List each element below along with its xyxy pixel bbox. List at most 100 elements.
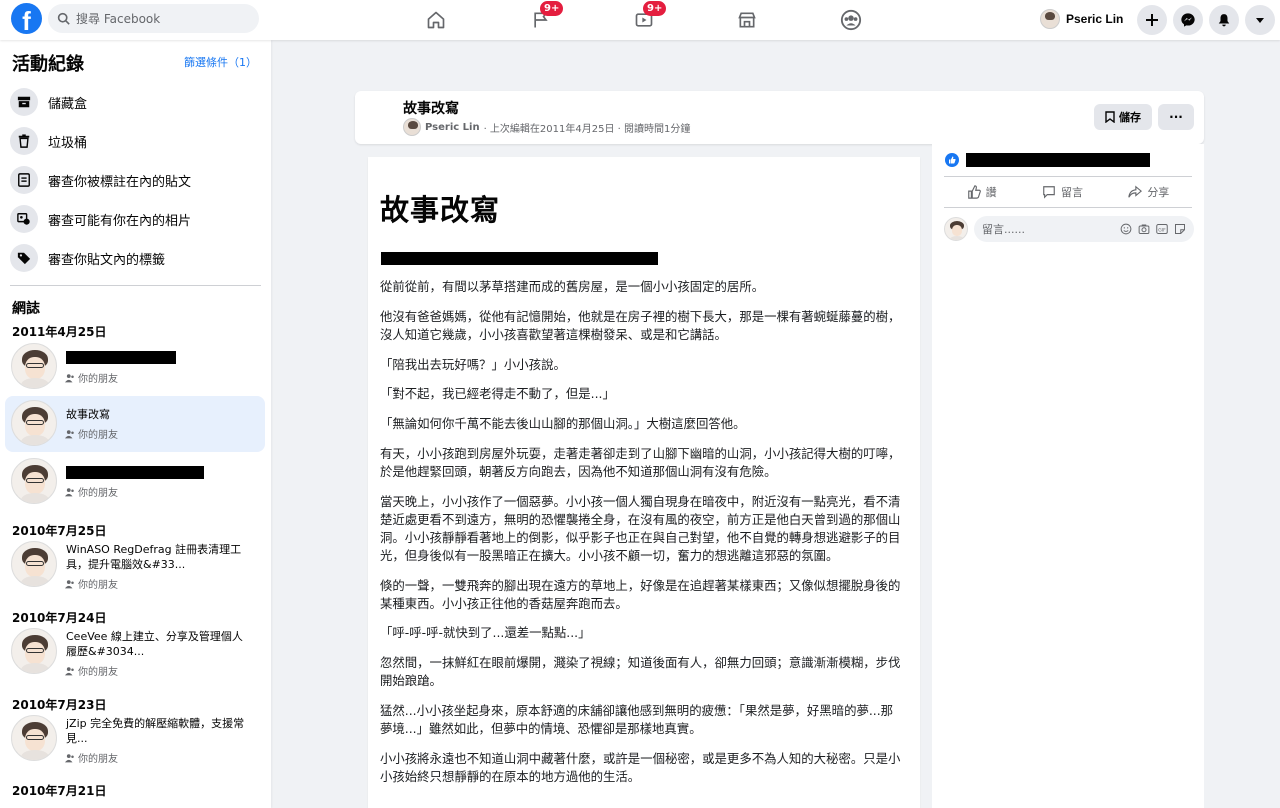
top-navigation-bar: f 搜尋 Facebook 9+ 9+ Pseric Lin [0, 0, 1280, 40]
filter-link[interactable]: 篩選條件（1） [184, 54, 257, 70]
notifications-button[interactable] [1209, 5, 1239, 35]
sidebar-item-label: 垃圾桶 [48, 135, 88, 151]
avatar [403, 118, 421, 136]
entry-audience: 你的朋友 [65, 484, 118, 499]
svg-text:GIF: GIF [1158, 227, 1166, 233]
article-paragraph: 他沒有爸爸媽媽，從他有記憶開始，他就是在房子裡的樹下長大，那是一棵有著蜿蜒藤蔓的… [380, 308, 901, 342]
tag-post-icon [10, 166, 38, 194]
plus-icon [1146, 14, 1158, 26]
friends-icon [65, 579, 74, 588]
thumbs-up-icon [967, 185, 981, 199]
like-reaction-icon [945, 153, 959, 167]
entry-title-redacted [66, 351, 176, 364]
sidebar-item-archive[interactable]: 儲藏盒 [10, 86, 87, 118]
list-item[interactable]: CeeVee 線上建立、分享及管理個人履歷&#3034... 你的朋友 [5, 624, 265, 680]
search-icon [57, 12, 70, 25]
list-item[interactable]: WinASO RegDefrag 註冊表清理工具，提升電腦效&#33... 你的… [5, 537, 265, 593]
sidebar-divider [10, 285, 261, 286]
article-paragraph: 忽然間，一抹鮮紅在眼前爆開，濺染了視線；知道後面有人，卻無力回頭；意識漸漸模糊，… [380, 655, 901, 689]
notes-section-title: 網誌 [12, 301, 40, 317]
save-button[interactable]: 儲存 [1094, 104, 1152, 130]
home-icon[interactable] [424, 8, 448, 32]
sidebar-item-label: 審查你貼文內的標籤 [48, 252, 166, 268]
list-item[interactable]: 你的朋友 [5, 454, 265, 510]
sidebar-item-review-tagged-posts[interactable]: 審查你被標註在內的貼文 [10, 164, 191, 196]
search-input[interactable]: 搜尋 Facebook [48, 4, 259, 33]
pages-notification-badge: 9+ [540, 1, 564, 16]
article-paragraph: 有天，小小孩跑到房屋外玩耍，走著走著卻走到了山腳下幽暗的山洞，小小孩記得大樹的叮… [380, 445, 901, 479]
list-item-active[interactable]: 故事改寫 你的朋友 [5, 396, 265, 452]
author-link[interactable]: Pseric Lin [425, 122, 480, 133]
bookmark-icon [1105, 111, 1115, 123]
avatar [11, 715, 57, 761]
sidebar-item-label: 儲藏盒 [48, 96, 88, 112]
note-header-card: 故事改寫 Pseric Lin · 上次編輯在2011年4月25日 · 閱讀時間… [355, 91, 1204, 144]
groups-icon[interactable] [839, 8, 863, 32]
sticker-icon[interactable] [1174, 223, 1186, 235]
article-paragraph: 「陪我出去玩好嗎？」小小孩說。 [380, 356, 566, 372]
note-article: 故事改寫 從前從前，有間以茅草搭建而成的舊房屋，是一個小小孩固定的居所。 他沒有… [368, 157, 920, 808]
article-paragraph: 從前從前，有間以茅草搭建而成的舊房屋，是一個小小孩固定的居所。 [380, 279, 765, 294]
entry-audience: 你的朋友 [65, 576, 118, 591]
sidebar-item-review-labels[interactable]: 審查你貼文內的標籤 [10, 242, 165, 274]
divider [944, 176, 1192, 177]
entry-audience: 你的朋友 [65, 663, 118, 678]
avatar [11, 400, 57, 446]
gif-icon[interactable]: GIF [1156, 223, 1168, 235]
messenger-icon [1181, 13, 1195, 27]
divider [944, 207, 1192, 208]
archive-icon [10, 88, 38, 116]
more-options-button[interactable]: ··· [1158, 104, 1194, 130]
reactions-panel: 讚 留言 分享 留言...... GIF [932, 144, 1204, 808]
create-button[interactable] [1137, 5, 1167, 35]
bell-icon [1218, 14, 1230, 27]
date-heading: 2010年7月21日 [12, 784, 107, 798]
article-paragraph: 「呼-呼-呼-就快到了...還差一點點...」 [380, 625, 591, 641]
note-meta: Pseric Lin · 上次編輯在2011年4月25日 · 閱讀時間1分鐘 [403, 118, 690, 136]
camera-icon[interactable] [1138, 223, 1150, 235]
article-paragraph: 倏的一聲，一雙飛奔的腳出現在遠方的草地上，好像是在追趕著某樣東西；又像似想擺脫身… [380, 577, 901, 611]
avatar [11, 343, 57, 389]
article-paragraph: 猛然...小小孩坐起身來，原本舒適的床舖卻讓他感到無明的疲憊：「果然是夢，好黑暗… [380, 702, 894, 736]
friends-icon [65, 666, 74, 675]
entry-audience: 你的朋友 [65, 750, 118, 765]
avatar [1040, 9, 1060, 29]
sidebar-item-review-photos[interactable]: 審查可能有你在內的相片 [10, 203, 191, 235]
friends-icon [65, 487, 74, 496]
comment-tools: GIF [1120, 223, 1186, 235]
comment-placeholder: 留言...... [982, 223, 1025, 236]
comment-icon [1043, 186, 1055, 199]
like-button[interactable]: 讚 [967, 184, 997, 200]
article-paragraph: 當天晚上，小小孩作了一個惡夢。小小孩一個人獨自現身在暗夜中，附近沒有一點亮光，看… [380, 493, 901, 563]
sidebar-item-label: 審查你被標註在內的貼文 [48, 174, 192, 190]
facebook-logo[interactable]: f [11, 3, 42, 34]
account-menu-button[interactable] [1245, 5, 1275, 35]
entry-audience: 你的朋友 [65, 370, 118, 385]
friends-icon [65, 373, 74, 382]
search-placeholder: 搜尋 Facebook [76, 12, 161, 26]
marketplace-icon[interactable] [735, 8, 759, 32]
date-heading: 2011年4月25日 [12, 325, 107, 339]
note-edit-info: · 上次編輯在2011年4月25日 · 閱讀時間1分鐘 [483, 123, 691, 135]
comment-input[interactable]: 留言...... GIF [974, 216, 1194, 242]
comment-button[interactable]: 留言 [1042, 184, 1083, 200]
entry-title: CeeVee 線上建立、分享及管理個人履歷&#3034... [66, 630, 243, 658]
entry-title: 故事改寫 [66, 408, 110, 421]
profile-chip[interactable]: Pseric Lin [1040, 7, 1123, 31]
article-body: 從前從前，有間以茅草搭建而成的舊房屋，是一個小小孩固定的居所。 他沒有爸爸媽媽，… [380, 278, 902, 798]
list-item[interactable]: 你的朋友 [5, 339, 265, 395]
list-item[interactable]: jZip 完全免費的解壓縮軟體，支援常見... 你的朋友 [5, 711, 265, 767]
caret-down-icon [1256, 18, 1264, 23]
watch-icon[interactable]: 9+ [632, 1, 667, 32]
messenger-button[interactable] [1173, 5, 1203, 35]
share-button[interactable]: 分享 [1128, 184, 1169, 200]
entry-title: WinASO RegDefrag 註冊表清理工具，提升電腦效&#33... [66, 543, 242, 571]
pages-flag-icon[interactable]: 9+ [529, 1, 564, 32]
emoji-icon[interactable] [1120, 223, 1132, 235]
avatar [11, 541, 57, 587]
label-icon [10, 244, 38, 272]
watch-notification-badge: 9+ [643, 1, 667, 16]
sidebar-item-trash[interactable]: 垃圾桶 [10, 125, 87, 157]
article-title: 故事改寫 [380, 193, 501, 227]
entry-title-redacted [66, 466, 204, 479]
